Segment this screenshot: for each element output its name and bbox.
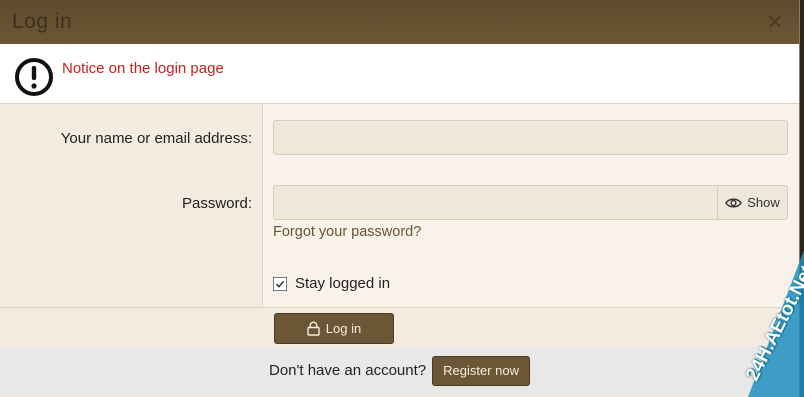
login-dialog: Log in ✕ Notice on the login page Your n… (0, 0, 800, 397)
register-footer: Don't have an account? Register now (0, 347, 799, 394)
eye-icon (725, 198, 743, 207)
login-button-label: Log in (325, 321, 362, 336)
close-icon[interactable]: ✕ (763, 10, 787, 34)
exclamation-circle-icon (15, 58, 53, 96)
password-input[interactable] (274, 186, 717, 219)
stay-logged-in[interactable]: Stay logged in (273, 275, 390, 292)
login-form: Your name or email address: Password: Sh… (0, 104, 799, 307)
login-notice: Notice on the login page (0, 44, 799, 104)
register-button[interactable]: Register now (432, 355, 531, 386)
password-label: Password: (181, 195, 252, 212)
dialog-title: Log in (12, 10, 73, 33)
password-field-wrapper: Show (273, 185, 788, 220)
show-password-button[interactable]: Show (717, 186, 787, 219)
lock-icon (307, 321, 320, 336)
name-or-email-input[interactable] (273, 120, 788, 155)
checkmark-icon (275, 280, 285, 288)
label-column: Your name or email address: Password: (0, 104, 263, 307)
forgot-password-link[interactable]: Forgot your password? (273, 224, 421, 240)
stay-logged-in-checkbox[interactable] (273, 276, 287, 291)
notice-text: Notice on the login page (62, 60, 224, 77)
stay-logged-in-label: Stay logged in (295, 275, 391, 292)
show-password-label: Show (747, 195, 780, 210)
field-column: Show Forgot your password? Stay logged i… (263, 104, 799, 307)
register-prompt: Don't have an account? (268, 362, 427, 379)
dialog-header: Log in ✕ (0, 0, 799, 44)
login-button[interactable]: Log in (274, 313, 394, 344)
submit-row: Log in (0, 307, 799, 347)
name-label: Your name or email address: (60, 130, 252, 147)
